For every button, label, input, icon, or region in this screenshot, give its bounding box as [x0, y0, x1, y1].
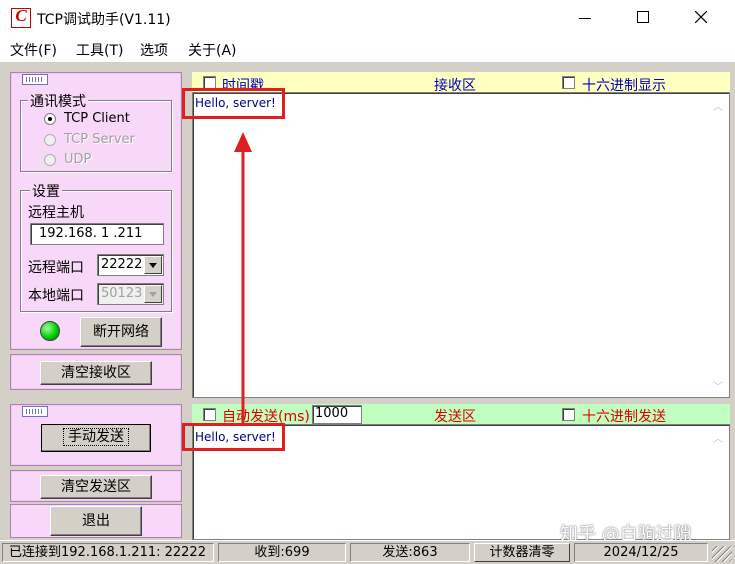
close-button[interactable]: [678, 0, 724, 36]
remote-port-value: 22222: [101, 257, 143, 272]
panel-grip-icon: [22, 74, 48, 85]
remote-host-label: 远程主机: [28, 205, 84, 221]
menu-options[interactable]: 选项: [140, 40, 168, 60]
receive-scroll-down-icon[interactable]: ﹀: [713, 378, 723, 393]
comm-mode-title: 通讯模式: [28, 91, 88, 111]
receive-textarea[interactable]: [192, 92, 730, 398]
menu-tools[interactable]: 工具(T): [76, 40, 123, 60]
radio-tcp-server-label[interactable]: TCP Server: [64, 132, 135, 147]
maximize-button[interactable]: [620, 0, 666, 36]
status-connected: 已连接到192.168.1.211: 22222: [2, 543, 214, 562]
hex-send-label[interactable]: 十六进制发送: [582, 406, 666, 426]
reset-counter-button[interactable]: 计数器清零: [474, 543, 570, 562]
window-title: TCP调试助手(V1.11): [37, 12, 171, 28]
radio-tcp-server[interactable]: [44, 134, 56, 146]
app-icon[interactable]: C: [11, 6, 31, 28]
connection-status-led-icon: [40, 321, 60, 341]
app-icon-glyph: C: [15, 6, 27, 25]
auto-send-interval-input[interactable]: 1000: [312, 405, 362, 424]
status-received-count: 收到:699: [218, 543, 346, 562]
manual-send-button[interactable]: 手动发送: [41, 424, 151, 452]
send-scroll-up-icon[interactable]: ︿: [713, 430, 723, 445]
settings-title: 设置: [30, 181, 62, 201]
status-sent-count: 发送:863: [350, 543, 470, 562]
close-icon: [695, 11, 707, 23]
send-panel-grip-icon: [22, 406, 48, 417]
remote-port-dropdown-icon[interactable]: [144, 256, 162, 274]
annotation-box-received: [182, 88, 285, 119]
hex-display-checkbox[interactable]: [562, 76, 575, 89]
resize-grip-icon[interactable]: [712, 546, 732, 562]
clear-send-button[interactable]: 清空发送区: [40, 475, 152, 499]
local-port-dropdown-icon[interactable]: [144, 285, 162, 303]
auto-send-checkbox[interactable]: [203, 408, 216, 421]
disconnect-button[interactable]: 断开网络: [80, 317, 162, 347]
radio-tcp-client[interactable]: [44, 113, 56, 125]
send-area-title: 发送区: [434, 409, 476, 425]
manual-send-label: 手动发送: [63, 428, 129, 446]
radio-udp[interactable]: [44, 154, 56, 166]
local-port-value: 50123: [101, 286, 143, 301]
menu-file[interactable]: 文件(F): [10, 40, 57, 60]
receive-scroll-up-icon[interactable]: ︿: [713, 98, 723, 113]
radio-udp-label[interactable]: UDP: [64, 152, 91, 167]
hex-send-checkbox[interactable]: [562, 408, 575, 421]
exit-button[interactable]: 退出: [50, 506, 142, 536]
radio-tcp-client-label[interactable]: TCP Client: [64, 111, 130, 126]
annotation-arrow-up-icon: [234, 132, 252, 425]
minimize-button[interactable]: [562, 0, 608, 36]
menu-about[interactable]: 关于(A): [188, 40, 237, 60]
remote-host-input[interactable]: 192.168. 1 .211: [30, 223, 164, 245]
status-date: 2024/12/25: [574, 543, 708, 562]
remote-port-label: 远程端口: [28, 260, 84, 276]
local-port-label: 本地端口: [28, 288, 84, 304]
clear-receive-button[interactable]: 清空接收区: [40, 361, 152, 385]
